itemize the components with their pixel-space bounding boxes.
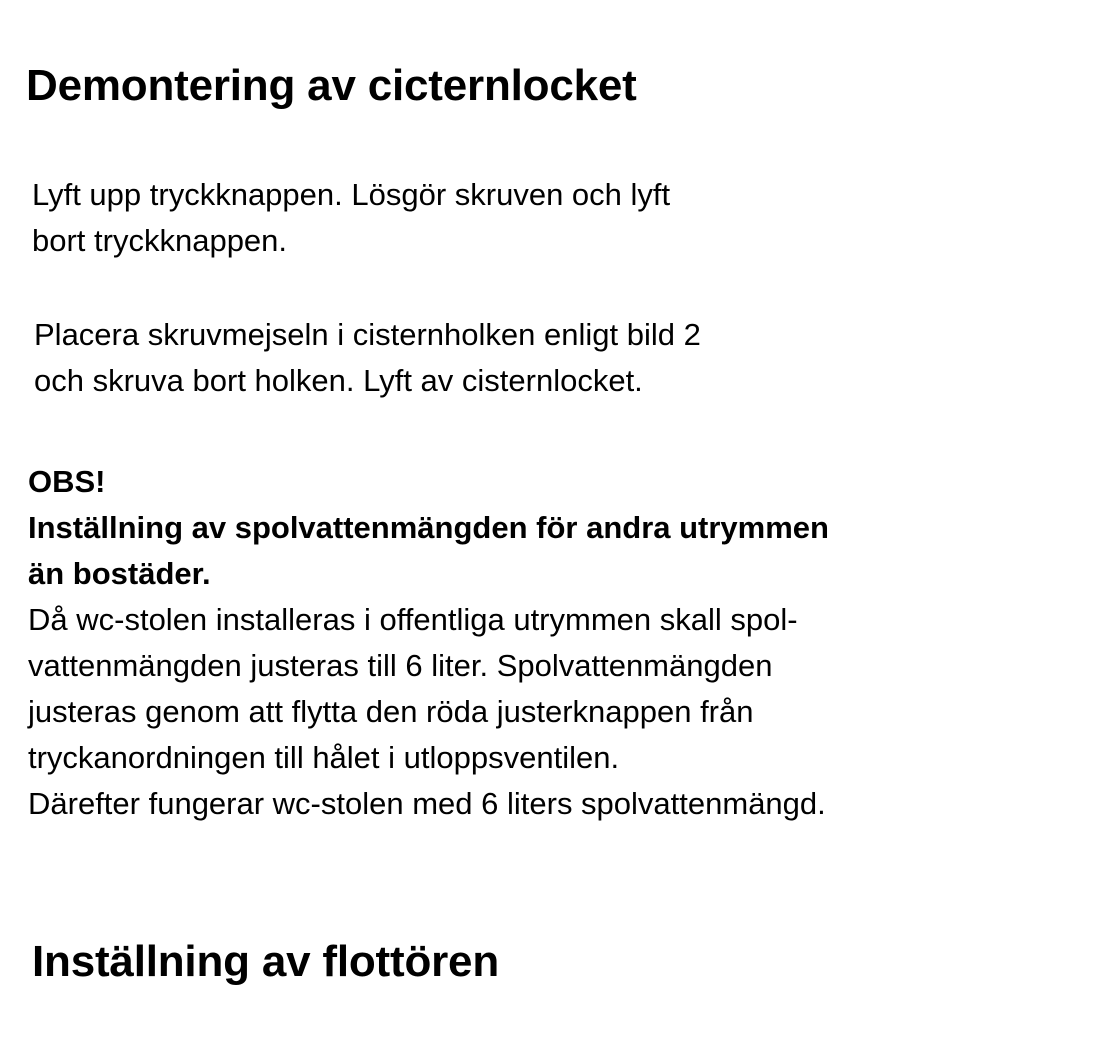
- notice-label: OBS!: [28, 464, 106, 499]
- paragraph-line: och skruva bort holken. Lyft av cisternl…: [34, 363, 643, 398]
- paragraph-line: bort tryckknappen.: [32, 223, 288, 258]
- section-heading-dismantling: Demontering av cicternlocket: [26, 61, 637, 110]
- notice-subheading-line: än bostäder.: [28, 556, 211, 591]
- notice-body-line: vattenmängden justeras till 6 liter. Spo…: [28, 648, 773, 683]
- section-heading-float: Inställning av flottören: [32, 937, 499, 986]
- paragraph-screwdriver: Placera skruvmejseln i cisternholken enl…: [34, 312, 701, 404]
- document-page: Demontering av cicternlocket Lyft upp tr…: [0, 0, 1110, 1054]
- notice-subheading-line: Inställning av spolvattenmängden för and…: [28, 510, 829, 545]
- paragraph-lift-button: Lyft upp tryckknappen. Lösgör skruven oc…: [32, 172, 670, 264]
- paragraph-line: Placera skruvmejseln i cisternholken enl…: [34, 317, 701, 352]
- notice-block: OBS! Inställning av spolvattenmängden fö…: [28, 459, 829, 827]
- notice-body-line: Därefter fungerar wc-stolen med 6 liters…: [28, 786, 826, 821]
- notice-body-line: justeras genom att flytta den röda juste…: [28, 694, 754, 729]
- paragraph-line: Lyft upp tryckknappen. Lösgör skruven oc…: [32, 177, 671, 212]
- notice-body-line: Då wc-stolen installeras i offentliga ut…: [28, 602, 798, 637]
- notice-body-line: tryckanordningen till hålet i utloppsven…: [28, 740, 620, 775]
